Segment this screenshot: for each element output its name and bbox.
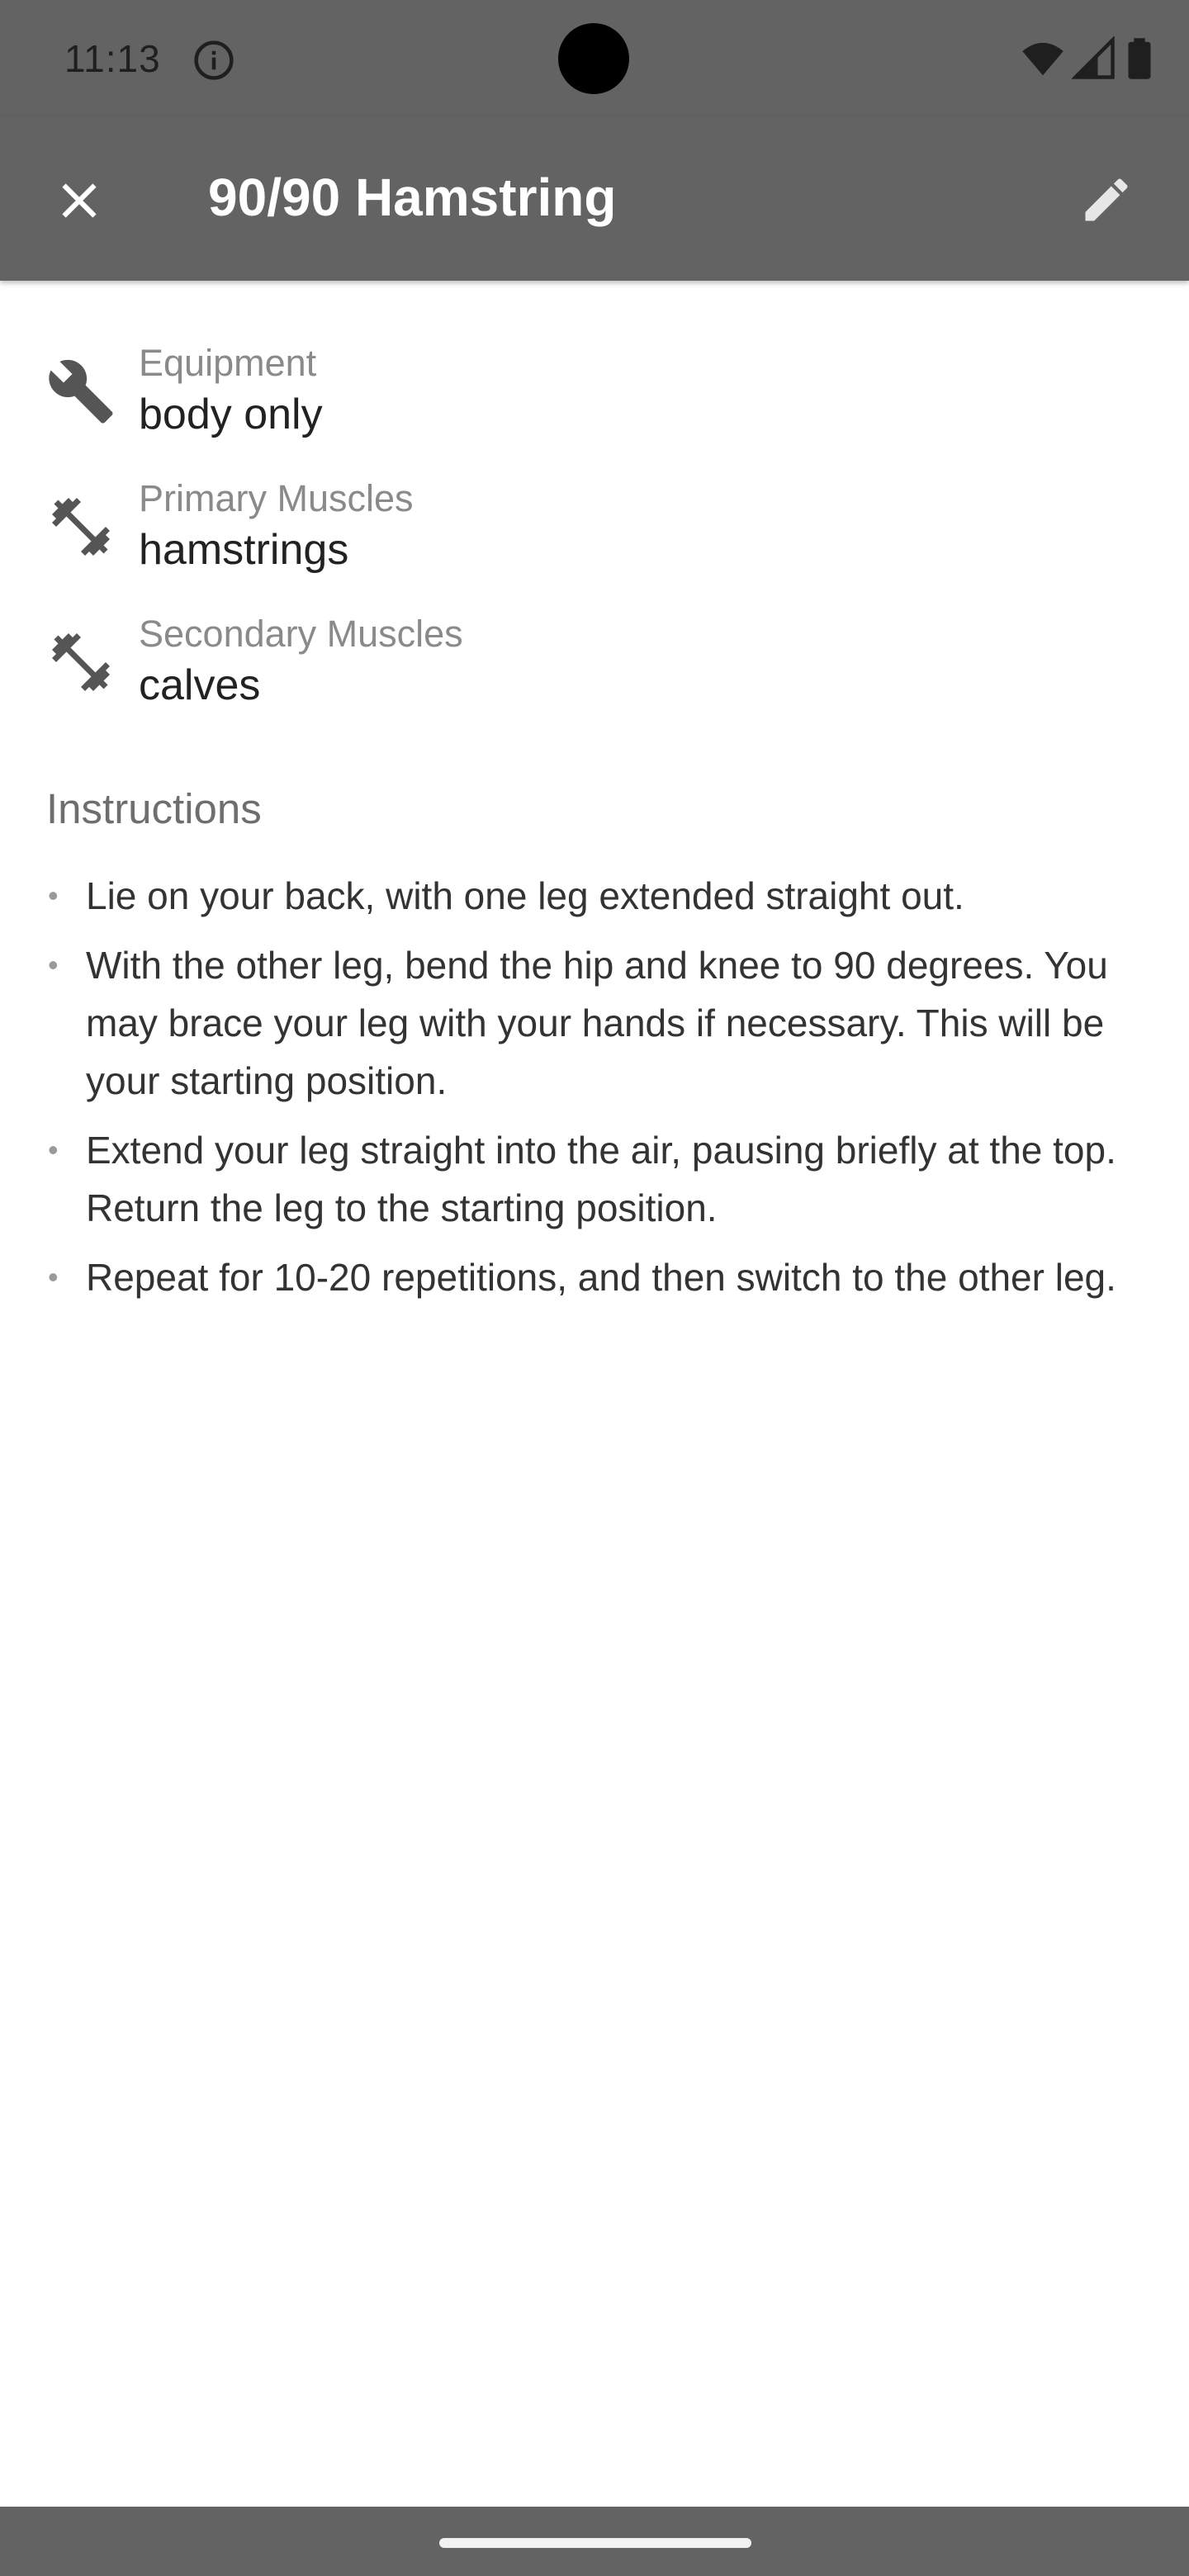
dumbbell-icon: [46, 627, 116, 697]
app-bar: 90/90 Hamstring: [0, 117, 1189, 281]
detail-value: calves: [139, 661, 261, 709]
edit-button[interactable]: [1067, 162, 1146, 241]
instruction-list: • Lie on your back, with one leg extende…: [46, 867, 1144, 1318]
detail-value: body only: [139, 391, 323, 438]
instructions-heading: Instructions: [46, 785, 262, 832]
detail-row-equipment: Equipment body only: [46, 342, 1120, 466]
bullet-icon: •: [48, 1260, 59, 1294]
home-gesture-handle[interactable]: [439, 2538, 751, 2548]
detail-label: Secondary Muscles: [139, 613, 463, 655]
list-item: • Repeat for 10-20 repetitions, and then…: [46, 1248, 1144, 1306]
status-icons: [1021, 35, 1156, 85]
camera-cutout: [558, 23, 629, 94]
page-title: 90/90 Hamstring: [208, 168, 617, 227]
instruction-text: Extend your leg straight into the air, p…: [86, 1129, 1116, 1229]
battery-icon: [1123, 36, 1156, 85]
close-button[interactable]: [40, 163, 119, 242]
list-item: • Extend your leg straight into the air,…: [46, 1121, 1144, 1237]
detail-row-secondary-muscles: Secondary Muscles calves: [46, 613, 1120, 736]
bullet-icon: •: [48, 878, 59, 912]
signal-icon: [1071, 35, 1116, 85]
info-icon: [192, 38, 236, 83]
dumbbell-icon: [46, 492, 116, 561]
edit-pencil-icon: [1078, 172, 1135, 232]
detail-label: Primary Muscles: [139, 477, 414, 519]
list-item: • Lie on your back, with one leg extende…: [46, 867, 1144, 925]
close-icon: [56, 178, 102, 228]
instruction-text: With the other leg, bend the hip and kne…: [86, 944, 1108, 1102]
instruction-text: Repeat for 10-20 repetitions, and then s…: [86, 1256, 1116, 1299]
instruction-text: Lie on your back, with one leg extended …: [86, 874, 964, 917]
wifi-icon: [1021, 36, 1065, 85]
bullet-icon: •: [48, 948, 59, 982]
status-time: 11:13: [64, 37, 161, 80]
bullet-icon: •: [48, 1133, 59, 1167]
detail-label: Equipment: [139, 342, 317, 384]
detail-row-primary-muscles: Primary Muscles hamstrings: [46, 477, 1120, 601]
detail-value: hamstrings: [139, 526, 349, 574]
status-bar: 11:13: [0, 0, 1189, 117]
wrench-icon: [46, 357, 116, 426]
list-item: • With the other leg, bend the hip and k…: [46, 936, 1144, 1110]
navigation-bar: [0, 2507, 1189, 2576]
